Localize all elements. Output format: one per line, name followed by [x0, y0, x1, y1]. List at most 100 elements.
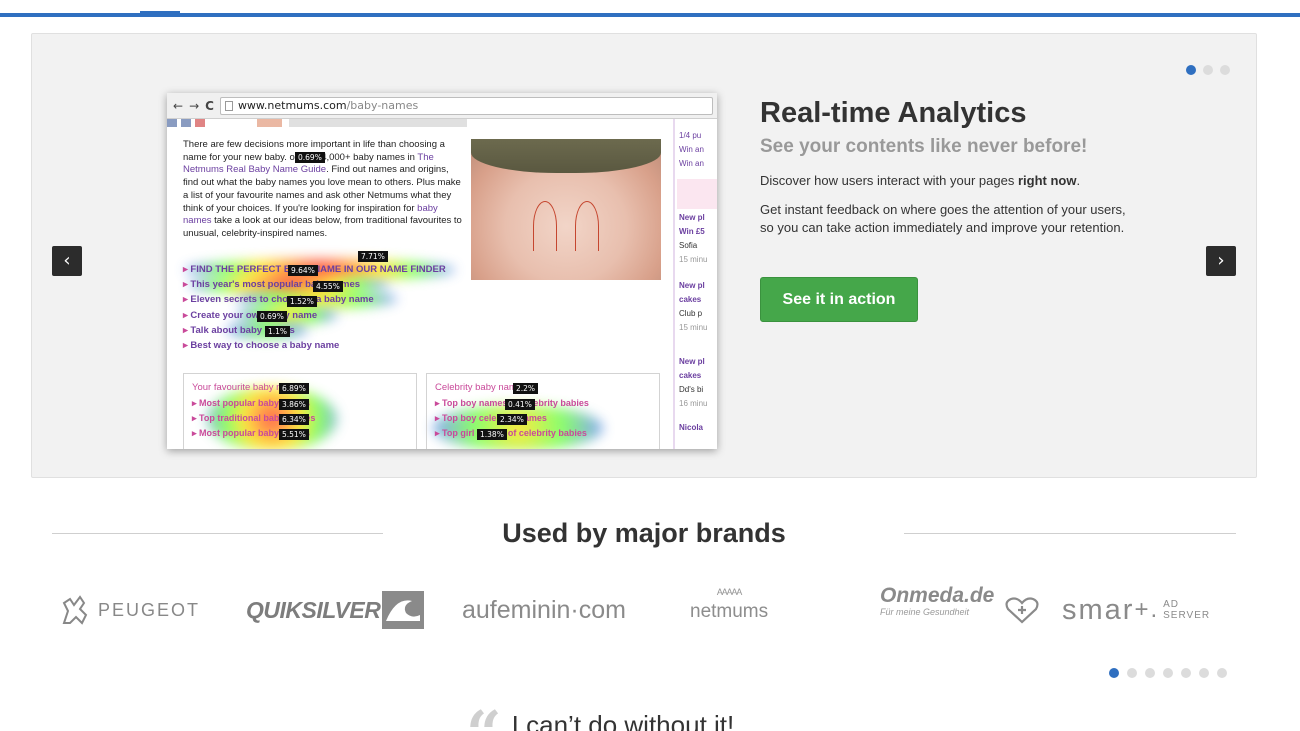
list-item: Create your own baby name	[183, 310, 473, 325]
brands-dot-2[interactable]	[1127, 668, 1137, 678]
browser-url-bar: www.netmums.com/baby-names	[219, 96, 713, 115]
slider-dot-2[interactable]	[1203, 65, 1213, 75]
heatmap-percent-tag: 0.69%	[295, 152, 325, 163]
sidebar-text: New pl	[679, 281, 705, 290]
sidebar-text: Sofia	[679, 241, 698, 250]
sidebar-text: cakes	[679, 295, 702, 304]
slider-dot-3[interactable]	[1220, 65, 1230, 75]
sidebar-text: 1/4 pu	[679, 131, 702, 140]
photo-shirt	[471, 139, 661, 173]
heatmap-screenshot: ← → C www.netmums.com/baby-names There a…	[167, 93, 717, 449]
list-item: Eleven secrets to choosing a baby name	[183, 294, 473, 309]
back-arrow-icon: ←	[173, 98, 184, 113]
top-header-bar	[0, 0, 1300, 17]
sidebar-text: Dd's bi	[679, 385, 704, 394]
slider-dot-1[interactable]	[1186, 65, 1196, 75]
brands-dot-1[interactable]	[1109, 668, 1119, 678]
heatmap-percent-tag: 1.38%	[477, 429, 507, 440]
sidebar-text: 16 minu	[679, 399, 708, 408]
smart-adserver-logo: smar +. AD SERVER	[1062, 585, 1210, 635]
slide-description-text: Discover how users interact with your pa…	[760, 173, 1018, 188]
netmums-logo: ᴬᴬᴬᴬᴬ netmums	[690, 585, 768, 635]
sidebar-text: cakes	[679, 371, 702, 380]
heatmap-percent-tag: 6.89%	[279, 383, 309, 394]
onmeda-heart-icon	[1005, 597, 1039, 624]
netmums-wordmark: netmums	[690, 601, 769, 622]
celebrity-names-box: Celebrity baby names Top boy names of ce…	[426, 373, 660, 449]
sidebar-text: Win an	[679, 145, 704, 154]
photo-drawing-figure-2	[575, 201, 599, 251]
intro-text-4: take a look at our ideas below, from tra…	[183, 215, 462, 239]
brands-dot-6[interactable]	[1199, 668, 1209, 678]
forward-arrow-icon: →	[189, 98, 200, 113]
heatmap-percent-tag: 3.86%	[279, 399, 309, 410]
sidebar-text: 15 minu	[679, 323, 708, 332]
sidebar-text: New pl	[679, 213, 705, 222]
heatmap-percent-tag: 5.51%	[279, 429, 309, 440]
sidebar-text: 15 minu	[679, 255, 708, 264]
testimonial-text: I can’t do without it!	[511, 709, 735, 731]
slide-description-emphasis: right now	[1017, 173, 1077, 188]
list-item: FIND THE PERFECT BABY NAME IN OUR NAME F…	[183, 264, 473, 279]
browser-toolbar: ← → C www.netmums.com/baby-names	[167, 93, 717, 119]
list-item: Talk about baby names	[183, 325, 473, 340]
aufeminin-wordmark: aufeminin·com	[462, 595, 626, 624]
heatmap-percent-tag: 9.64%	[288, 265, 318, 276]
heatmap-percent-tag: 6.34%	[279, 414, 309, 425]
slide-description: Discover how users interact with your pa…	[760, 172, 1140, 190]
sidebar-text: Nicola	[679, 423, 704, 432]
quiksilver-logo: QUIKSILVER	[246, 585, 425, 635]
box-title: Celebrity baby names	[435, 382, 527, 393]
brands-dot-3[interactable]	[1145, 668, 1155, 678]
brands-heading: Used by major brands	[502, 518, 786, 548]
onmeda-tagline: Für meine Gesundheit	[880, 607, 970, 617]
url-path: /baby-names	[346, 99, 419, 112]
list-item: Top boy celebrity names	[435, 411, 651, 426]
quiksilver-wordmark: QUIKSILVER	[246, 596, 381, 623]
right-sidebar-column: 1/4 pu Win an Win an New pl Win £5 Sofia…	[673, 119, 717, 449]
heatmap-percent-tag: 2.2%	[513, 383, 539, 394]
pregnant-belly-photo	[471, 139, 661, 280]
slide-description-2: Get instant feedback on where goes the a…	[760, 202, 1126, 235]
peugeot-logo: PEUGEOT	[58, 585, 200, 635]
sidebar-text: Club p	[679, 309, 703, 318]
heatmap-percent-tag: 7.71%	[358, 251, 388, 262]
sidebar-text: Win an	[679, 159, 704, 168]
list-item: Best way to choose a baby name	[183, 340, 473, 355]
heatmap-percent-tag: 2.34%	[497, 414, 527, 425]
slider-prev-button[interactable]: ‹	[52, 246, 82, 276]
netmums-page: There are few decisions more important i…	[167, 119, 717, 449]
url-domain: www.netmums.com	[237, 99, 347, 112]
see-it-in-action-button[interactable]: See it in action	[760, 277, 918, 322]
heatmap-percent-tag: 0.41%	[505, 399, 535, 410]
slide-title: Real-time Analytics	[760, 97, 1027, 129]
onmeda-wordmark: Onmeda.de	[880, 584, 995, 607]
smart-adserver-label: AD SERVER	[1163, 599, 1211, 621]
slide-subtitle: See your contents like never before!	[760, 136, 1088, 157]
peugeot-wordmark: PEUGEOT	[98, 599, 201, 620]
sidebar-text: New pl	[679, 357, 705, 366]
brands-dot-4[interactable]	[1163, 668, 1173, 678]
slider-pagination	[1186, 65, 1230, 75]
peugeot-lion-icon	[62, 595, 88, 625]
list-item: Top girl names of celebrity babies	[435, 426, 651, 441]
smart-wordmark: smar	[1062, 593, 1135, 626]
baby-name-links: FIND THE PERFECT BABY NAME IN OUR NAME F…	[183, 264, 473, 355]
sidebar-text: Win £5	[679, 227, 705, 236]
reload-icon: C	[205, 98, 214, 113]
slider-next-button[interactable]: ›	[1206, 246, 1236, 276]
smart-plus: +.	[1134, 596, 1160, 623]
heatmap-percent-tag: 0.69%	[257, 311, 287, 322]
testimonial: “ I can’t do without it!	[466, 696, 734, 731]
brands-dot-5[interactable]	[1181, 668, 1191, 678]
quote-mark-icon: “	[466, 703, 502, 731]
aufeminin-logo: aufeminin·com	[462, 585, 626, 635]
heatmap-percent-tag: 1.1%	[265, 326, 291, 337]
heatmap-percent-tag: 4.55%	[313, 281, 343, 292]
retweet-icon	[677, 179, 717, 209]
share-buttons	[167, 119, 467, 127]
quiksilver-wave-icon	[382, 591, 425, 629]
brands-dot-7[interactable]	[1217, 668, 1227, 678]
onmeda-logo: Onmeda.de Für meine Gesundheit	[880, 585, 994, 635]
heatmap-percent-tag: 1.52%	[287, 296, 317, 307]
